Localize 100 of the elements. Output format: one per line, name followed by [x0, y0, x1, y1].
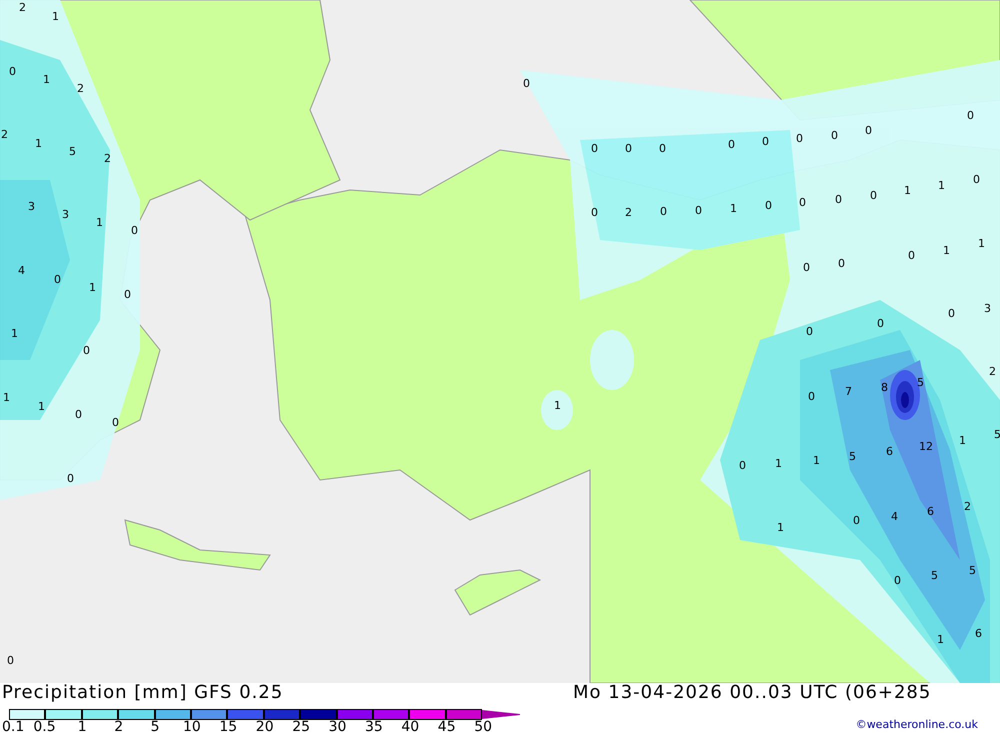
legend-label: 1: [78, 720, 87, 733]
value-label: 6: [975, 628, 982, 640]
credit-text: ©weatheronline.co.uk: [856, 717, 978, 733]
legend-label: 0.1: [2, 720, 24, 733]
map-title: Precipitation [mm] GFS 0.25: [2, 681, 284, 705]
value-label: 7: [845, 386, 852, 398]
value-label: 5: [917, 377, 924, 389]
legend-label: 35: [365, 720, 383, 733]
value-label: 0: [67, 473, 74, 485]
value-label: 2: [625, 207, 632, 219]
value-label: 0: [948, 308, 955, 320]
value-label: 0: [870, 190, 877, 202]
value-label: 0: [967, 110, 974, 122]
value-label: 1: [904, 185, 911, 197]
value-label: 1: [554, 400, 561, 412]
forecast-time: Mo 13-04-2026 00..03 UTC (06+285: [573, 681, 932, 705]
value-label: 0: [835, 194, 842, 206]
value-label: 8: [881, 382, 888, 394]
value-label: 1: [730, 203, 737, 215]
value-label: 12: [919, 441, 933, 453]
precipitation-area: [901, 392, 909, 408]
value-label: 1: [11, 328, 18, 340]
legend-label: 10: [183, 720, 201, 733]
value-label: 1: [777, 522, 784, 534]
legend-label: 25: [292, 720, 310, 733]
value-label: 5: [994, 429, 1000, 441]
value-label: 0: [739, 460, 746, 472]
precipitation-area: [590, 330, 634, 390]
legend-label: 5: [150, 720, 160, 733]
value-label: 0: [894, 575, 901, 587]
value-label: 0: [54, 274, 61, 286]
value-label: 0: [660, 206, 667, 218]
legend-label: 30: [328, 720, 346, 733]
legend-label: 40: [401, 720, 420, 733]
value-label: 5: [969, 565, 976, 577]
value-label: 5: [931, 570, 938, 582]
legend-label: 15: [219, 720, 238, 733]
value-label: 2: [104, 153, 111, 165]
value-label: 1: [52, 11, 59, 23]
value-label: 0: [112, 417, 119, 429]
value-label: 0: [796, 133, 803, 145]
value-label: 5: [69, 146, 76, 158]
value-label: 0: [877, 318, 884, 330]
value-label: 0: [83, 345, 90, 357]
value-label: 0: [523, 78, 530, 90]
value-label: 1: [43, 74, 50, 86]
value-label: 0: [695, 205, 702, 217]
value-label: 1: [89, 282, 96, 294]
value-label: 2: [77, 83, 84, 95]
value-label: 0: [9, 66, 16, 78]
value-label: 1: [35, 138, 42, 150]
value-label: 0: [75, 409, 82, 421]
value-label: 1: [775, 458, 782, 470]
value-label: 1: [959, 435, 966, 447]
value-label: 0: [131, 225, 138, 237]
value-label: 0: [762, 136, 769, 148]
value-label: 0: [728, 139, 735, 151]
value-label: 3: [28, 201, 35, 213]
legend-label: 20: [256, 720, 274, 733]
value-label: 1: [96, 217, 103, 229]
value-label: 2: [19, 2, 26, 14]
value-label: 0: [838, 258, 845, 270]
value-label: 3: [62, 209, 69, 221]
value-label: 1: [3, 392, 10, 404]
value-label: 3: [984, 303, 991, 315]
value-label: 0: [799, 197, 806, 209]
value-label: 0: [659, 143, 666, 155]
value-label: 0: [808, 391, 815, 403]
value-label: 6: [886, 446, 893, 458]
value-label: 1: [978, 238, 985, 250]
value-label: 0: [831, 130, 838, 142]
value-label: 0: [908, 250, 915, 262]
legend-label: 50: [474, 720, 492, 733]
value-label: 4: [891, 511, 898, 523]
value-label: 0: [765, 200, 772, 212]
value-label: 1: [943, 245, 950, 257]
value-label: 6: [927, 506, 934, 518]
value-label: 0: [591, 207, 598, 219]
legend-label: 2: [114, 720, 124, 733]
value-label: 1: [813, 455, 820, 467]
legend-label: 45: [438, 720, 456, 733]
value-label: 0: [124, 289, 131, 301]
precipitation-area: [541, 390, 573, 430]
value-label: 0: [973, 174, 980, 186]
value-label: 4: [18, 265, 25, 277]
value-label: 0: [7, 655, 14, 667]
value-label: 2: [989, 366, 996, 378]
value-label: 0: [591, 143, 598, 155]
value-label: 2: [964, 501, 971, 513]
value-label: 2: [1, 129, 8, 141]
value-label: 0: [806, 326, 813, 338]
value-label: 1: [938, 180, 945, 192]
value-label: 0: [865, 125, 872, 137]
legend-label: 0.5: [33, 720, 56, 733]
value-label: 0: [625, 143, 632, 155]
value-label: 1: [38, 401, 45, 413]
value-label: 5: [849, 451, 856, 463]
value-label: 0: [853, 515, 860, 527]
value-label: 1: [937, 634, 944, 646]
value-label: 0: [803, 262, 810, 274]
